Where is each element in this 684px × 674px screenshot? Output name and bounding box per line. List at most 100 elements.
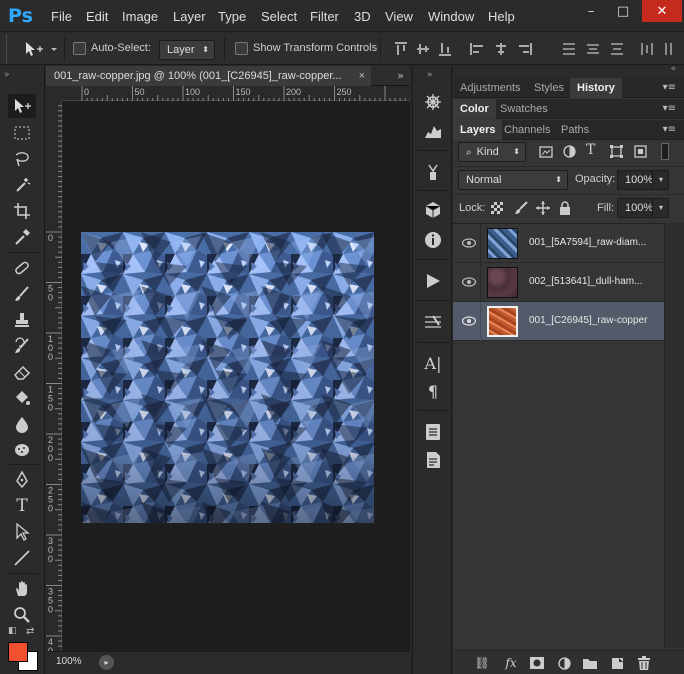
tab-paths[interactable]: Paths bbox=[554, 120, 596, 140]
layer-name[interactable]: 001_[C26945]_raw-copper bbox=[529, 315, 647, 326]
menu-3d[interactable]: 3D bbox=[354, 9, 371, 24]
paint-bucket-tool[interactable] bbox=[8, 386, 36, 410]
align-bottom-icon[interactable] bbox=[438, 42, 452, 56]
layer-row[interactable]: 001_[5A7594]_raw-diam... bbox=[453, 224, 664, 263]
tab-history[interactable]: History bbox=[570, 78, 622, 98]
close-tab-icon[interactable]: × bbox=[359, 66, 365, 86]
layers-scrollbar[interactable] bbox=[664, 223, 684, 648]
auto-select-checkbox[interactable] bbox=[73, 42, 86, 55]
menu-layer[interactable]: Layer bbox=[173, 9, 206, 24]
swap-colors-icon[interactable]: ⇄ bbox=[26, 626, 34, 637]
tab-overflow-icon[interactable]: » bbox=[397, 66, 404, 86]
magic-wand-tool[interactable] bbox=[8, 173, 36, 197]
info-icon[interactable] bbox=[422, 229, 444, 251]
filter-adjustment-icon[interactable] bbox=[563, 145, 576, 158]
lasso-tool[interactable] bbox=[8, 147, 36, 171]
menu-help[interactable]: Help bbox=[488, 9, 515, 24]
layers-empty-area[interactable] bbox=[453, 341, 664, 650]
menu-edit[interactable]: Edit bbox=[86, 9, 108, 24]
collapse-icon[interactable]: « bbox=[670, 64, 676, 74]
filter-toggle-switch[interactable] bbox=[661, 143, 669, 160]
minimize-button[interactable]: – bbox=[575, 0, 607, 22]
fill-dropdown-arrow-icon[interactable]: ▾ bbox=[652, 198, 669, 218]
distribute-hcenter-icon[interactable] bbox=[664, 42, 678, 56]
collapse-icon[interactable]: » bbox=[427, 70, 433, 80]
lock-all-icon[interactable] bbox=[559, 201, 571, 215]
brush-tool[interactable] bbox=[8, 282, 36, 306]
auto-select-dropdown[interactable]: Layer ⬍ bbox=[159, 40, 215, 60]
eraser-tool[interactable] bbox=[8, 360, 36, 384]
distribute-vcenter-icon[interactable] bbox=[586, 42, 600, 56]
filter-smart-object-icon[interactable] bbox=[634, 145, 647, 158]
layer-row-selected[interactable]: 001_[C26945]_raw-copper bbox=[453, 302, 664, 341]
paragraph-icon[interactable]: ¶ bbox=[422, 380, 444, 402]
menu-file[interactable]: File bbox=[51, 9, 72, 24]
zoom-tool[interactable] bbox=[8, 603, 36, 627]
foreground-color-swatch[interactable] bbox=[8, 642, 28, 662]
lock-position-icon[interactable] bbox=[536, 201, 550, 215]
align-hcenter-icon[interactable] bbox=[494, 42, 508, 56]
menu-filter[interactable]: Filter bbox=[310, 9, 339, 24]
filter-shape-icon[interactable] bbox=[610, 145, 623, 158]
panel-menu-icon[interactable]: ▾≡ bbox=[663, 103, 676, 114]
visibility-eye-icon[interactable] bbox=[462, 237, 476, 249]
filter-type-icon[interactable]: T bbox=[586, 142, 595, 158]
healing-brush-tool[interactable] bbox=[8, 256, 36, 280]
horizontal-ruler[interactable]: 0 50 100 150 200 250 bbox=[62, 86, 410, 101]
tab-layers[interactable]: Layers bbox=[453, 120, 503, 140]
marquee-tool[interactable] bbox=[8, 121, 36, 145]
distribute-left-icon[interactable] bbox=[640, 42, 654, 56]
filter-kind-dropdown[interactable]: ⌕ Kind ⬍ bbox=[458, 142, 526, 162]
menu-view[interactable]: View bbox=[385, 9, 413, 24]
distribute-top-icon[interactable] bbox=[562, 42, 576, 56]
distribute-bottom-icon[interactable] bbox=[610, 42, 624, 56]
brush-settings-icon[interactable] bbox=[422, 311, 444, 333]
blur-tool[interactable] bbox=[8, 412, 36, 436]
new-group-icon[interactable] bbox=[582, 655, 598, 671]
align-top-icon[interactable] bbox=[394, 42, 408, 56]
layer-name[interactable]: 001_[5A7594]_raw-diam... bbox=[529, 237, 646, 248]
blend-mode-dropdown[interactable]: Normal ⬍ bbox=[458, 170, 568, 190]
properties-icon[interactable] bbox=[422, 449, 444, 471]
menu-select[interactable]: Select bbox=[261, 9, 297, 24]
clone-stamp-tool[interactable] bbox=[8, 308, 36, 332]
history-brush-tool[interactable] bbox=[8, 334, 36, 358]
default-colors-icon[interactable]: ◧ bbox=[8, 626, 17, 636]
menu-image[interactable]: Image bbox=[122, 9, 158, 24]
ruler-corner[interactable] bbox=[46, 86, 62, 101]
actions-icon[interactable] bbox=[422, 270, 444, 292]
show-transform-checkbox[interactable] bbox=[235, 42, 248, 55]
histogram-icon[interactable] bbox=[422, 120, 444, 142]
new-adjustment-icon[interactable] bbox=[556, 655, 572, 671]
grip-handle[interactable] bbox=[6, 35, 9, 63]
path-selection-tool[interactable] bbox=[8, 520, 36, 544]
filter-pixel-icon[interactable] bbox=[539, 146, 553, 158]
opacity-dropdown-arrow-icon[interactable]: ▾ bbox=[652, 170, 669, 190]
line-tool[interactable] bbox=[8, 546, 36, 570]
notes-icon[interactable] bbox=[422, 421, 444, 443]
vertical-ruler[interactable]: 050100150200250300350400 bbox=[46, 101, 62, 665]
dodge-tool[interactable] bbox=[8, 438, 36, 462]
close-button[interactable]: ✕ bbox=[642, 0, 682, 22]
tab-styles[interactable]: Styles bbox=[527, 78, 571, 98]
tab-adjustments[interactable]: Adjustments bbox=[453, 78, 528, 98]
maximize-button[interactable]: □ bbox=[607, 0, 639, 22]
tab-swatches[interactable]: Swatches bbox=[493, 99, 555, 119]
document-tab[interactable]: 001_raw-copper.jpg @ 100% (001_[C26945]_… bbox=[46, 66, 371, 87]
lock-pixels-icon[interactable] bbox=[514, 201, 528, 215]
3d-icon[interactable] bbox=[422, 199, 444, 221]
move-tool[interactable] bbox=[8, 94, 36, 118]
visibility-eye-icon[interactable] bbox=[462, 315, 476, 327]
add-mask-icon[interactable] bbox=[529, 655, 545, 671]
new-layer-icon[interactable] bbox=[609, 655, 625, 671]
menu-window[interactable]: Window bbox=[428, 9, 474, 24]
layer-name[interactable]: 002_[513641]_dull-ham... bbox=[529, 276, 642, 287]
lock-transparency-icon[interactable] bbox=[491, 202, 503, 214]
tool-presets-icon[interactable] bbox=[422, 161, 444, 183]
tool-preset-picker[interactable] bbox=[24, 40, 58, 58]
vertical-scrollbar[interactable] bbox=[396, 101, 410, 651]
delete-layer-icon[interactable] bbox=[636, 655, 652, 671]
info-toggle-icon[interactable]: ▸ bbox=[99, 655, 114, 670]
tab-color[interactable]: Color bbox=[453, 99, 496, 119]
layer-row[interactable]: 002_[513641]_dull-ham... bbox=[453, 263, 664, 302]
